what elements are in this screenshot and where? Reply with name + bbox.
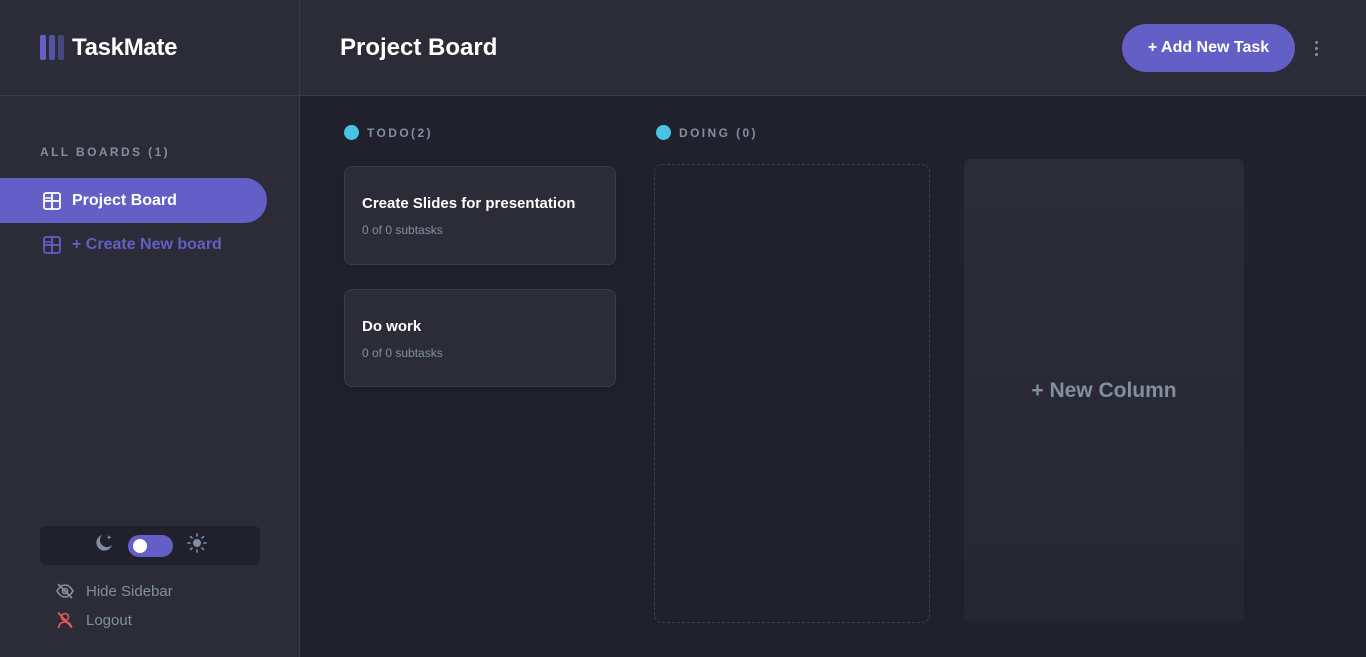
theme-switch-knob bbox=[132, 538, 147, 553]
task-card[interactable]: Do work 0 of 0 subtasks bbox=[344, 289, 616, 387]
theme-toggle bbox=[40, 526, 260, 565]
task-card[interactable]: Create Slides for presentation 0 of 0 su… bbox=[344, 166, 616, 265]
board-icon bbox=[42, 191, 62, 211]
logout-label: Logout bbox=[86, 611, 132, 629]
hide-sidebar-button[interactable]: Hide Sidebar bbox=[56, 582, 173, 600]
task-title: Do work bbox=[362, 318, 422, 335]
eye-slash-icon bbox=[56, 582, 74, 600]
column-heading-todo: TODO(2) bbox=[344, 125, 433, 140]
column-heading-doing: DOING (0) bbox=[656, 125, 758, 140]
sidebar-item-project-board[interactable]: Project Board bbox=[0, 178, 267, 223]
create-board-button[interactable]: + Create New board bbox=[0, 222, 267, 267]
logout-button[interactable]: Logout bbox=[56, 611, 132, 629]
column-heading-label: TODO(2) bbox=[367, 125, 433, 140]
column-color-dot bbox=[656, 125, 671, 140]
sidebar: TaskMate ALL BOARDS (1) Project Board + … bbox=[0, 0, 300, 657]
add-new-task-button[interactable]: + Add New Task bbox=[1122, 24, 1295, 72]
logo-icon bbox=[40, 35, 64, 60]
app-name: TaskMate bbox=[72, 33, 178, 61]
board-icon bbox=[42, 235, 62, 255]
theme-switch[interactable] bbox=[127, 534, 173, 557]
header: Project Board + Add New Task bbox=[300, 0, 1366, 96]
vertical-ellipsis-icon[interactable] bbox=[1310, 38, 1322, 58]
task-title: Create Slides for presentation bbox=[362, 195, 576, 212]
boards-heading: ALL BOARDS (1) bbox=[40, 145, 171, 159]
column-color-dot bbox=[344, 125, 359, 140]
logo: TaskMate bbox=[0, 0, 299, 96]
hide-sidebar-label: Hide Sidebar bbox=[86, 582, 173, 600]
create-board-label: + Create New board bbox=[72, 235, 222, 253]
page-title: Project Board bbox=[340, 34, 498, 61]
empty-column-dropzone[interactable] bbox=[654, 164, 930, 623]
task-subtasks: 0 of 0 subtasks bbox=[362, 346, 443, 360]
sun-icon bbox=[186, 533, 207, 558]
column-heading-label: DOING (0) bbox=[679, 125, 758, 140]
logout-user-icon bbox=[56, 611, 74, 629]
new-column-button[interactable]: + New Column bbox=[964, 159, 1244, 623]
moon-icon bbox=[94, 533, 114, 558]
task-subtasks: 0 of 0 subtasks bbox=[362, 223, 443, 237]
sidebar-item-label: Project Board bbox=[72, 191, 177, 209]
